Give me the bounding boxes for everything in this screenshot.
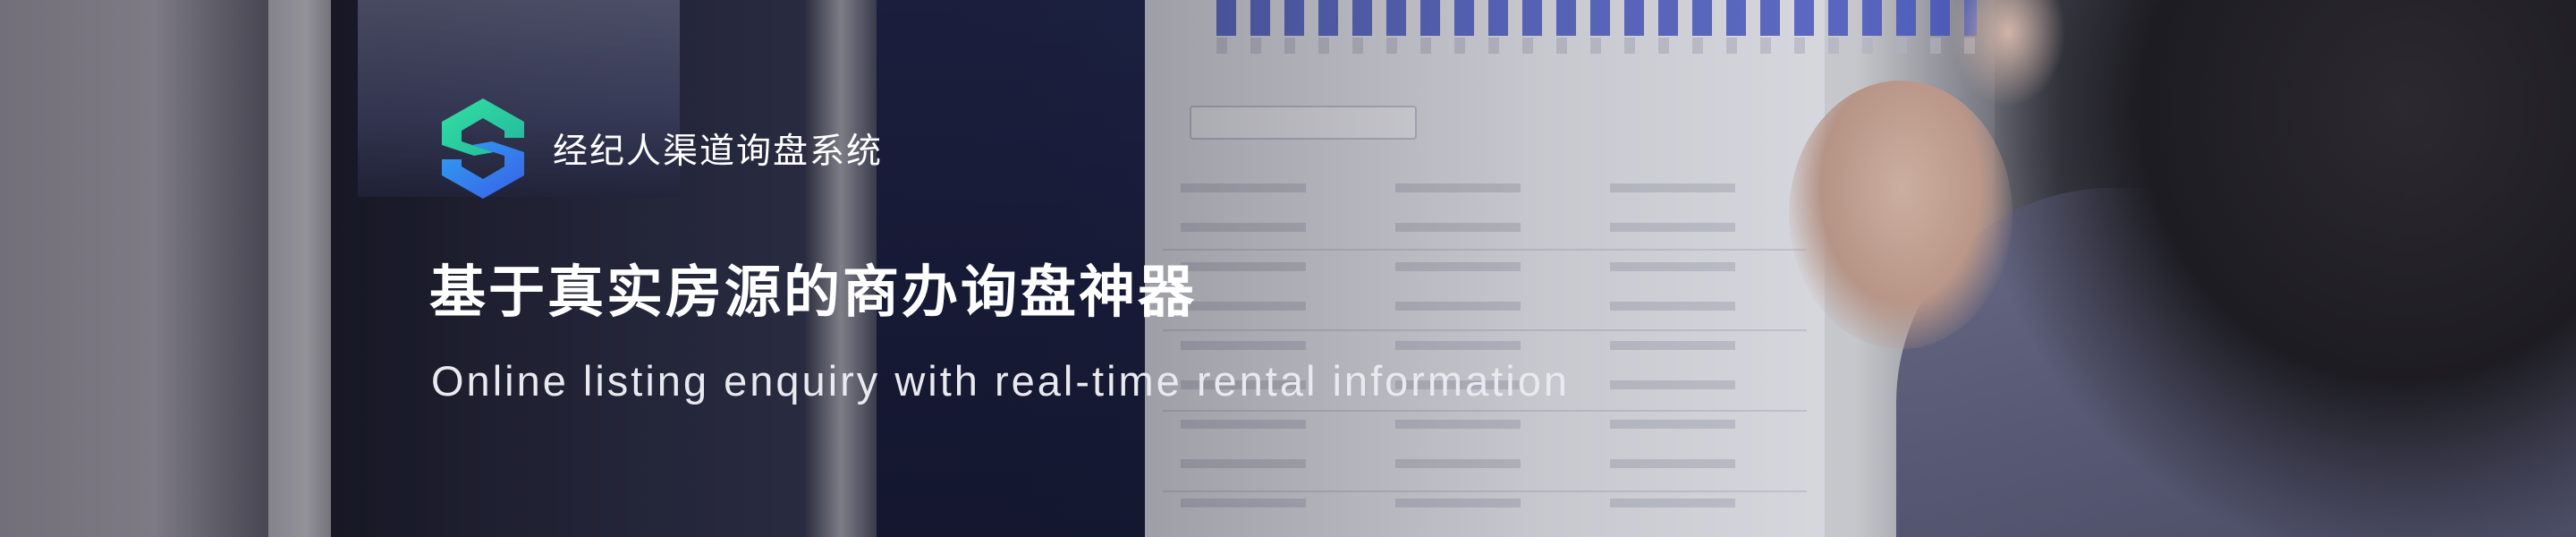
- brand-logo-row: 经纪人渠道询盘系统: [438, 97, 883, 200]
- s-hexagon-logo-icon: [442, 98, 524, 199]
- background-dark-overlay: [0, 0, 2576, 537]
- brand-name: 经纪人渠道询盘系统: [553, 132, 884, 172]
- hero-banner: 经纪人渠道询盘系统 基于真实房源的商办询盘神器 Online listing e…: [0, 0, 2576, 537]
- hero-subheadline: Online listing enquiry with real-time re…: [431, 357, 1570, 405]
- hero-headline: 基于真实房源的商办询盘神器: [429, 260, 1197, 325]
